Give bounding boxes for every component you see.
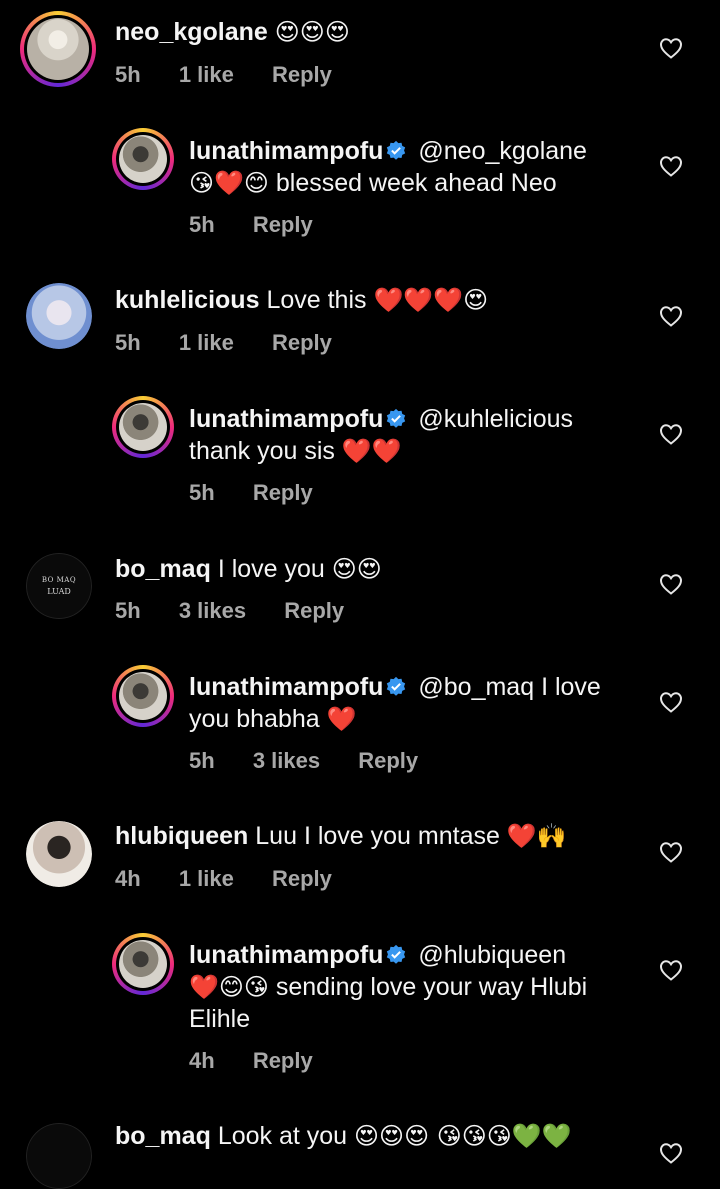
comment-likes[interactable]: 3 likes bbox=[179, 598, 246, 623]
comment-meta: 5h 1 like Reply bbox=[115, 62, 364, 88]
heart-outline-icon[interactable] bbox=[659, 841, 683, 863]
reply-time: 4h bbox=[189, 1048, 215, 1073]
reply-mention[interactable]: @bo_maq bbox=[418, 673, 534, 701]
avatar[interactable]: BO MAQ LUAD bbox=[26, 553, 92, 619]
avatar[interactable] bbox=[20, 11, 96, 87]
heart-outline-icon[interactable] bbox=[659, 959, 683, 981]
comment-username[interactable]: bo_maq bbox=[115, 1122, 211, 1150]
heart-outline-icon[interactable] bbox=[659, 155, 683, 177]
reply-mention[interactable]: @kuhlelicious bbox=[418, 405, 573, 433]
reply-username[interactable]: lunathimampofu bbox=[189, 941, 383, 969]
reply-mention[interactable]: @neo_kgolane bbox=[418, 137, 587, 165]
reply-text: lunathimampofu @bo_maq I love you bhabha… bbox=[189, 671, 639, 735]
heart-outline-icon[interactable] bbox=[659, 37, 683, 59]
comment-time: 5h bbox=[115, 330, 141, 355]
reply-emoji: ❤️ bbox=[326, 705, 357, 733]
reply-button[interactable]: Reply bbox=[358, 748, 418, 773]
comment-time: 5h bbox=[115, 62, 141, 87]
reply-meta: 5h Reply bbox=[189, 480, 345, 506]
comment-emoji: 😍😍 bbox=[331, 555, 382, 583]
comment-likes[interactable]: 1 like bbox=[179, 330, 234, 355]
reply-emoji: ❤️❤️ bbox=[341, 437, 402, 465]
comment-text: bo_maq I love you 😍😍 bbox=[115, 553, 635, 585]
avatar[interactable] bbox=[112, 128, 174, 190]
comment-meta: 5h 1 like Reply bbox=[115, 330, 364, 356]
verified-badge-icon bbox=[387, 408, 406, 428]
reply-text: lunathimampofu @kuhlelicious thank you s… bbox=[189, 403, 639, 467]
avatar[interactable] bbox=[112, 665, 174, 727]
comment-emoji: 😍😍😍 😘😘😘💚💚 bbox=[354, 1122, 572, 1150]
reply-button[interactable]: Reply bbox=[284, 598, 344, 623]
reply-time: 5h bbox=[189, 480, 215, 505]
reply-time: 5h bbox=[189, 748, 215, 773]
avatar[interactable] bbox=[26, 1123, 92, 1189]
comment-body: Look at you bbox=[217, 1122, 348, 1150]
comment-username[interactable]: hlubiqueen bbox=[115, 822, 248, 850]
reply-meta: 5h Reply bbox=[189, 212, 345, 238]
comment-emoji: ❤️❤️❤️😍 bbox=[373, 286, 489, 314]
avatar[interactable] bbox=[26, 821, 92, 887]
comment-meta: 4h 1 like Reply bbox=[115, 866, 364, 892]
comment-emoji: 😍😍😍 bbox=[274, 18, 350, 46]
comment-time: 5h bbox=[115, 598, 141, 623]
comment-likes[interactable]: 1 like bbox=[179, 866, 234, 891]
comment-username[interactable]: kuhlelicious bbox=[115, 286, 259, 314]
verified-badge-icon bbox=[387, 944, 406, 964]
comment-body: I love you bbox=[217, 555, 325, 583]
avatar[interactable] bbox=[112, 933, 174, 995]
reply-button[interactable]: Reply bbox=[272, 62, 332, 87]
comment-likes[interactable]: 1 like bbox=[179, 62, 234, 87]
reply-button[interactable]: Reply bbox=[272, 330, 332, 355]
heart-outline-icon[interactable] bbox=[659, 573, 683, 595]
reply-likes[interactable]: 3 likes bbox=[253, 748, 320, 773]
heart-outline-icon[interactable] bbox=[659, 423, 683, 445]
heart-outline-icon[interactable] bbox=[659, 691, 683, 713]
reply-emoji: ❤️😊😘 bbox=[189, 973, 269, 1001]
verified-badge-icon bbox=[387, 140, 406, 160]
comment-username[interactable]: neo_kgolane bbox=[115, 18, 268, 46]
reply-body: blessed week ahead Neo bbox=[275, 169, 557, 197]
comment-text: kuhlelicious Love this ❤️❤️❤️😍 bbox=[115, 284, 635, 316]
comment-body: Love this bbox=[266, 286, 367, 314]
avatar-logo-text: BO MAQ bbox=[41, 576, 77, 584]
comment-username[interactable]: bo_maq bbox=[115, 555, 211, 583]
heart-outline-icon[interactable] bbox=[659, 1142, 683, 1164]
avatar[interactable] bbox=[112, 396, 174, 458]
reply-username[interactable]: lunathimampofu bbox=[189, 137, 383, 165]
comment-text: neo_kgolane 😍😍😍 bbox=[115, 16, 635, 48]
reply-meta: 5h 3 likes Reply bbox=[189, 748, 450, 774]
reply-meta: 4h Reply bbox=[189, 1048, 345, 1074]
verified-badge-icon bbox=[387, 676, 406, 696]
reply-username[interactable]: lunathimampofu bbox=[189, 673, 383, 701]
comment-text: bo_maq Look at you 😍😍😍 😘😘😘💚💚 bbox=[115, 1120, 635, 1152]
comment-meta: 5h 3 likes Reply bbox=[115, 598, 376, 624]
reply-mention[interactable]: @hlubiqueen bbox=[418, 941, 566, 969]
reply-emoji: 😘❤️😊 bbox=[189, 169, 269, 197]
reply-button[interactable]: Reply bbox=[253, 1048, 313, 1073]
reply-button[interactable]: Reply bbox=[253, 212, 313, 237]
reply-text: lunathimampofu @hlubiqueen ❤️😊😘 sending … bbox=[189, 939, 639, 1035]
avatar[interactable] bbox=[26, 283, 92, 349]
comment-body: Luu I love you mntase bbox=[255, 822, 500, 850]
comment-time: 4h bbox=[115, 866, 141, 891]
reply-body: thank you sis bbox=[189, 437, 335, 465]
reply-username[interactable]: lunathimampofu bbox=[189, 405, 383, 433]
avatar-logo-subtext: LUAD bbox=[47, 587, 71, 596]
reply-button[interactable]: Reply bbox=[253, 480, 313, 505]
reply-button[interactable]: Reply bbox=[272, 866, 332, 891]
heart-outline-icon[interactable] bbox=[659, 305, 683, 327]
reply-time: 5h bbox=[189, 212, 215, 237]
comment-text: hlubiqueen Luu I love you mntase ❤️🙌 bbox=[115, 820, 635, 852]
reply-text: lunathimampofu @neo_kgolane 😘❤️😊 blessed… bbox=[189, 135, 639, 199]
comment-emoji: ❤️🙌 bbox=[506, 822, 567, 850]
